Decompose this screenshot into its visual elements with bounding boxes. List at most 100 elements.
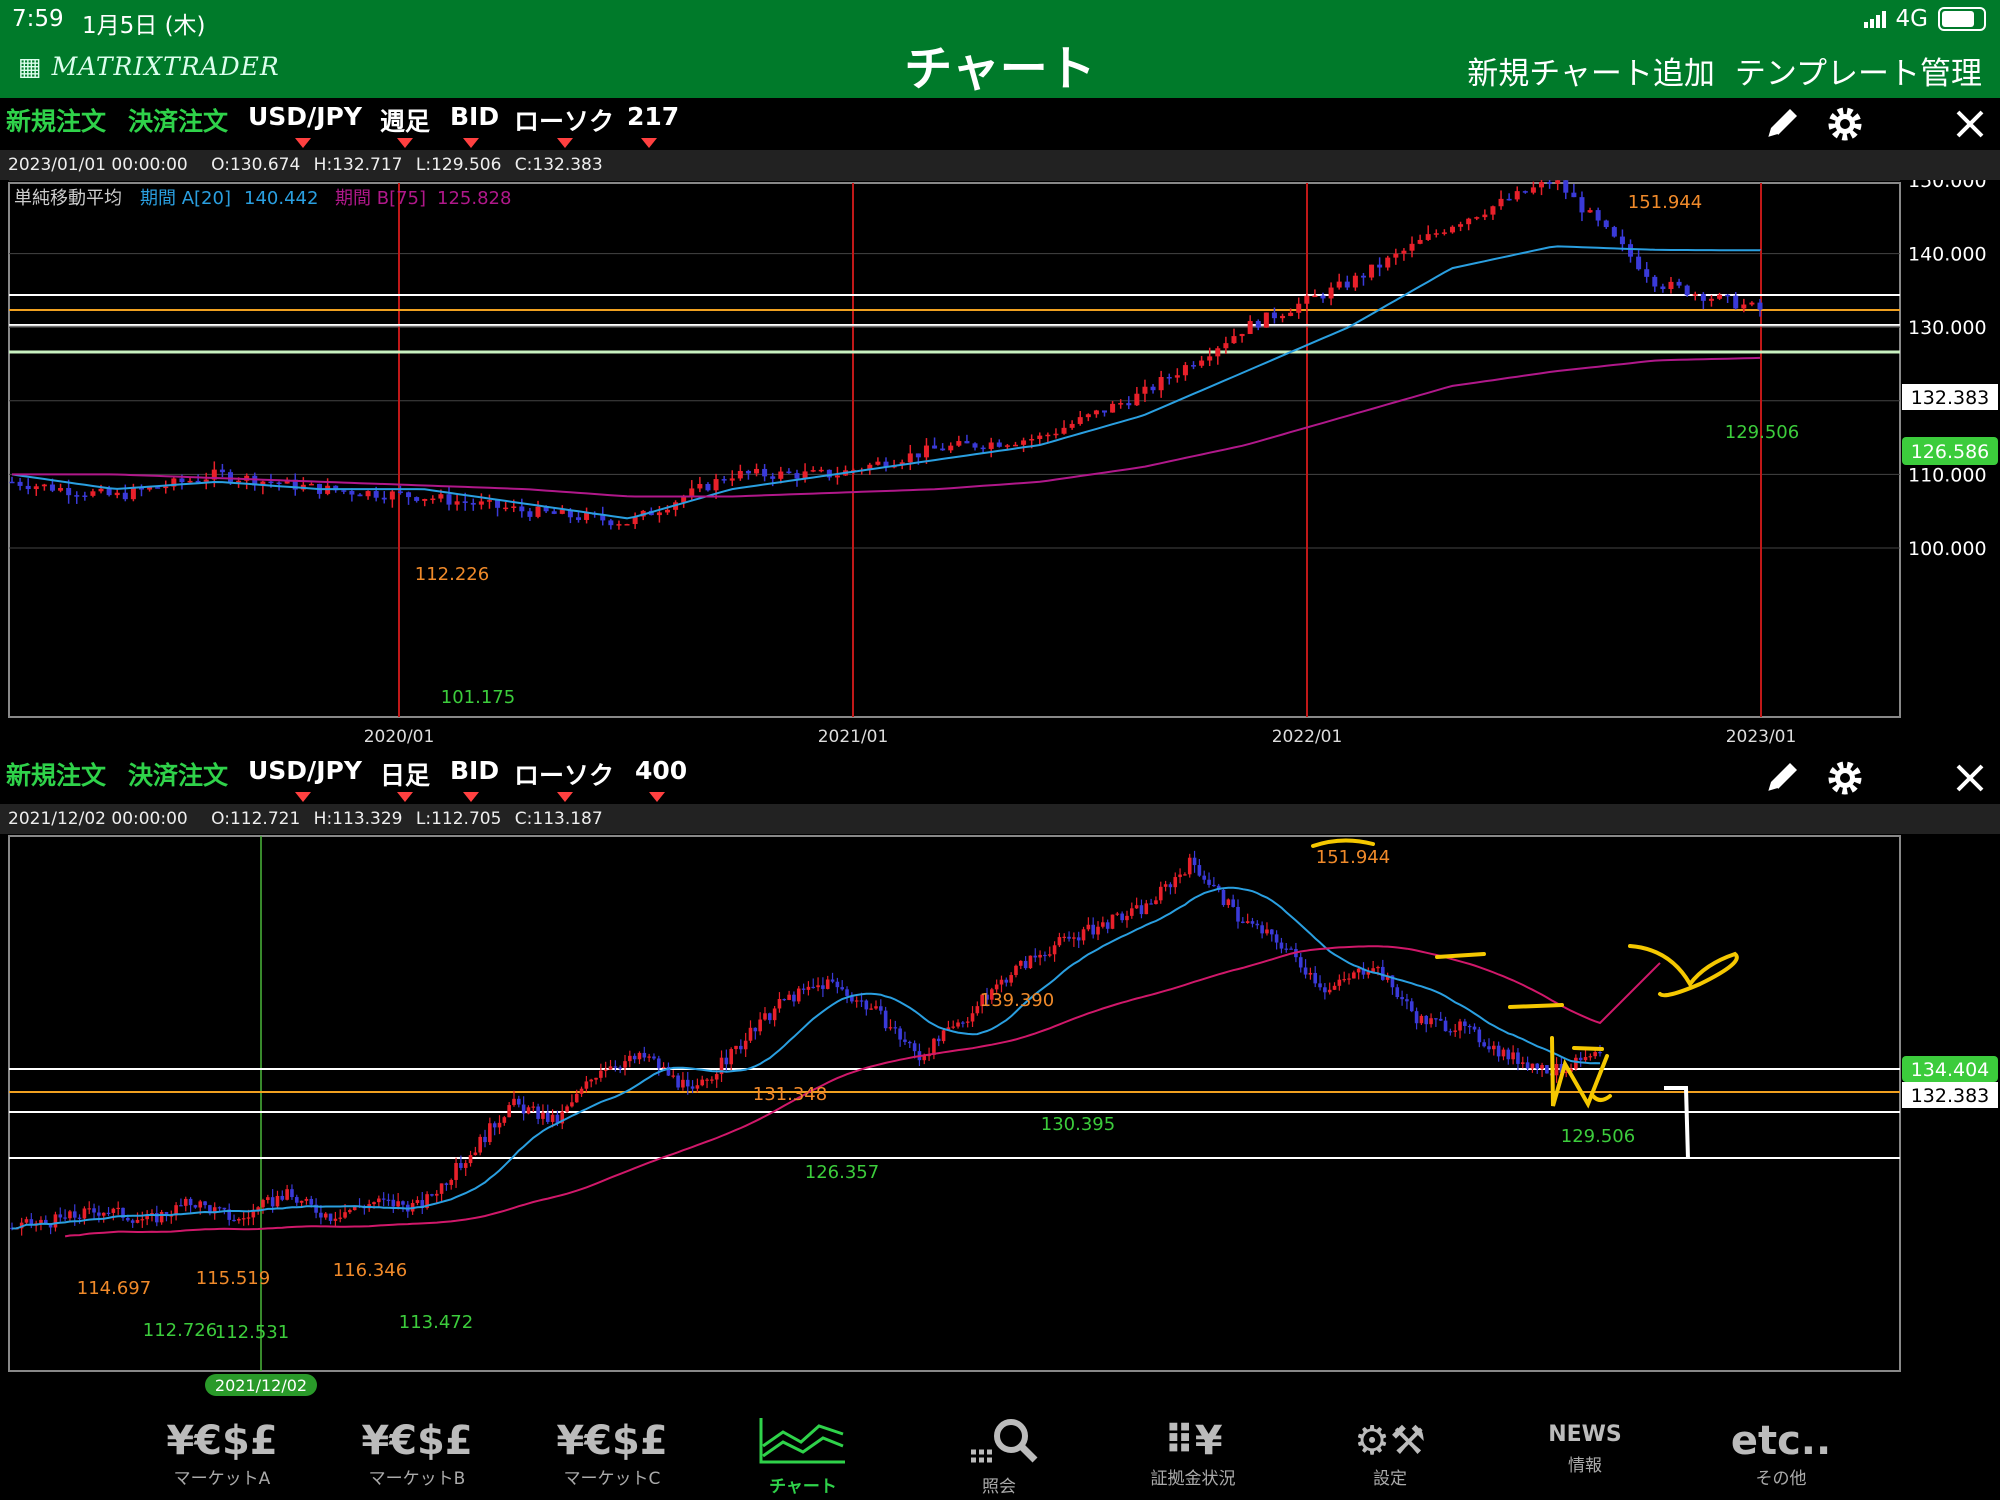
chart2-candle	[1298, 957, 1303, 968]
chart2-candle	[734, 1045, 738, 1050]
chart1-candle	[1741, 304, 1747, 309]
chart1-canvas[interactable]: 単純移動平均 期間 A[20] 140.442 期間 B[75] 125.828…	[0, 180, 2000, 752]
chart1-candle	[422, 498, 428, 501]
chart1-candle	[1271, 312, 1277, 319]
chart1-candle	[1498, 198, 1504, 207]
chart2-candle	[1583, 1057, 1588, 1061]
chart2-symbol-select[interactable]: USD/JPY	[248, 756, 362, 785]
chart2-candle	[1081, 929, 1086, 941]
chart2-candle	[1125, 915, 1129, 921]
chart1-candle	[1530, 187, 1536, 193]
chart2-candle	[864, 1000, 869, 1010]
tab-news[interactable]: NEWS 情報	[1520, 1404, 1650, 1500]
chart1-candle	[1352, 275, 1358, 288]
chart1-candle	[1344, 281, 1350, 288]
chart2-candle	[92, 1208, 96, 1213]
chart1-settings-icon[interactable]	[1825, 104, 1865, 144]
chart2-annotation-l4: 126.357	[805, 1162, 879, 1183]
chart1-close-icon[interactable]	[1954, 108, 1986, 140]
chart2-price-type-select[interactable]: BID	[450, 756, 499, 785]
chart1-candle	[41, 484, 47, 487]
chart1-candle	[1385, 257, 1391, 268]
chart1-candle	[519, 506, 525, 512]
bottom-tab-bar: ¥€$£ マーケットA ¥€$£ マーケットB ¥€$£ マーケットC チャート 照会…	[0, 1404, 2000, 1500]
chart2-candle	[116, 1207, 120, 1210]
chart2-candle	[183, 1198, 188, 1206]
chart1-candle	[503, 507, 509, 510]
chart2-close-icon[interactable]	[1954, 762, 1986, 794]
tab-inquiry[interactable]: 照会	[934, 1404, 1064, 1500]
chart1-price-type-select[interactable]: BID	[450, 102, 499, 131]
chart1-symbol-select[interactable]: USD/JPY	[248, 102, 362, 131]
chart1-candle	[1539, 182, 1544, 188]
chart2-candle	[449, 1179, 454, 1185]
tab-settings[interactable]: ⚙⚒ 設定	[1325, 1404, 1455, 1500]
chart2-candle	[193, 1205, 198, 1208]
chart2-candle	[24, 1219, 29, 1223]
chart2-candle	[999, 979, 1004, 985]
chart1-pencil-icon[interactable]	[1762, 104, 1802, 144]
chart1-candle	[1247, 321, 1253, 334]
chart1-candle	[1069, 423, 1075, 428]
chart2-candle	[1033, 955, 1038, 958]
chart2-candle	[936, 1038, 941, 1042]
chart2-new-order-button[interactable]: 新規注文	[6, 756, 106, 792]
chart2-candle	[97, 1212, 101, 1216]
chart2-timeframe-select[interactable]: 日足	[380, 756, 430, 792]
chart2-canvas[interactable]: 134.404 132.383 2021/12/02 114.697 112.7…	[0, 834, 2000, 1404]
chart2-candle	[1327, 989, 1332, 993]
tab-margin-status[interactable]: ⠿¥ 証拠金状況	[1128, 1404, 1258, 1500]
chart1-candle	[737, 470, 743, 479]
template-manage-button[interactable]: テンプレート管理	[1735, 48, 1982, 93]
currency-symbols-icon: ¥€$£	[556, 1418, 668, 1464]
chart1-candle	[381, 497, 387, 500]
chart2-candle	[1574, 1057, 1578, 1069]
tab-market-c[interactable]: ¥€$£ マーケットC	[547, 1404, 677, 1500]
tab-chart[interactable]: チャート	[738, 1404, 868, 1500]
chart2-candle	[1511, 1052, 1515, 1060]
chart2-count-select[interactable]: 400	[635, 756, 687, 785]
chart2-candle	[1598, 1052, 1602, 1054]
chart1-candle	[1700, 294, 1706, 301]
chart1-timeframe-select[interactable]: 週足	[380, 102, 430, 138]
chart1-candle	[268, 481, 274, 484]
chart2-candle	[1231, 899, 1235, 907]
chart1-candle	[187, 480, 193, 483]
chart2-candle	[792, 994, 796, 1002]
chart2-close-order-button[interactable]: 決済注文	[128, 756, 228, 792]
chart2-candle	[87, 1208, 92, 1210]
chart1-candle	[1563, 180, 1569, 193]
new-chart-button[interactable]: 新規チャート追加	[1467, 48, 1715, 93]
chart1-close-order-button[interactable]: 決済注文	[128, 102, 228, 138]
chart2-candle	[869, 1008, 873, 1010]
chart2-candle	[488, 1123, 492, 1143]
chart1-candle	[1522, 191, 1528, 193]
chart1-candle	[1555, 180, 1561, 184]
tab-market-a[interactable]: ¥€$£ マーケットA	[157, 1404, 287, 1500]
chart2-candle	[1492, 1045, 1496, 1050]
logo-grid-icon: ▦	[18, 52, 43, 81]
chart1-candle	[1708, 298, 1714, 301]
chart1-candle	[163, 486, 169, 489]
chart2-candle	[1458, 1021, 1462, 1031]
chart1-candle	[1628, 244, 1634, 257]
chart1-candle	[406, 492, 412, 498]
chart2-candle	[58, 1214, 63, 1218]
chart2-style-select[interactable]: ローソク	[514, 756, 614, 792]
chart2-pencil-icon[interactable]	[1762, 758, 1802, 798]
tab-other[interactable]: etc.. その他	[1716, 1404, 1846, 1500]
chart1-candle	[341, 490, 347, 492]
chart1-count-select[interactable]: 217	[627, 102, 679, 131]
chart1-new-order-button[interactable]: 新規注文	[6, 102, 106, 138]
chart2-candle	[270, 1197, 275, 1207]
chart1-candle	[1336, 281, 1342, 288]
tab-market-b[interactable]: ¥€$£ マーケットB	[352, 1404, 482, 1500]
chart2-settings-icon[interactable]	[1825, 758, 1865, 798]
currency-symbols-icon: ¥€$£	[361, 1418, 473, 1464]
chart1-candle	[462, 501, 468, 503]
chart2-candle	[386, 1199, 391, 1201]
chart1-line-price-text: 126.586	[1911, 441, 1990, 463]
chart1-style-select[interactable]: ローソク	[514, 102, 614, 138]
chart2-candle	[1448, 1031, 1453, 1033]
chart2-candle	[1332, 985, 1337, 990]
